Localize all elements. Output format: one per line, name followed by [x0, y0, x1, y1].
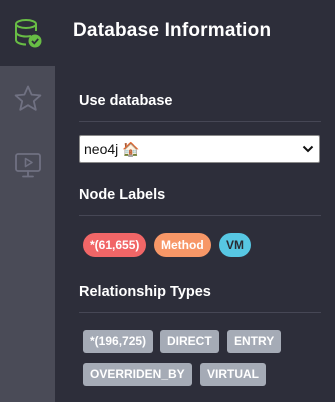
- sidebar-rail: [0, 0, 55, 402]
- relationship-type-overriden-by[interactable]: OVERRIDEN_BY: [83, 363, 192, 386]
- relationship-type-entry[interactable]: ENTRY: [227, 330, 282, 353]
- chevron-down-icon: [301, 145, 315, 153]
- relationship-type-direct[interactable]: DIRECT: [160, 330, 219, 353]
- divider: [79, 121, 321, 122]
- divider: [79, 215, 321, 216]
- rail-item-database-info[interactable]: [0, 0, 55, 66]
- relationship-type-all[interactable]: *(196,725): [83, 330, 154, 353]
- rail-item-favorites[interactable]: [0, 66, 55, 132]
- node-label-method[interactable]: Method: [154, 233, 211, 257]
- panel-title: Database Information: [73, 20, 272, 41]
- divider: [79, 312, 321, 313]
- rail-item-guides[interactable]: [0, 132, 55, 198]
- node-label-all[interactable]: *(61,655): [83, 233, 147, 257]
- relationship-type-virtual[interactable]: VIRTUAL: [200, 363, 266, 386]
- database-select[interactable]: neo4j 🏠: [79, 135, 320, 163]
- database-check-icon: [11, 16, 45, 50]
- star-icon: [13, 84, 43, 114]
- database-info-panel: Database Information Use database neo4j …: [55, 0, 335, 402]
- node-label-vm[interactable]: VM: [219, 233, 251, 257]
- video-icon: [13, 150, 43, 180]
- database-select-value: neo4j 🏠: [84, 140, 140, 157]
- use-database-heading: Use database: [79, 93, 173, 109]
- node-labels-heading: Node Labels: [79, 187, 166, 203]
- relationship-types-heading: Relationship Types: [79, 284, 211, 300]
